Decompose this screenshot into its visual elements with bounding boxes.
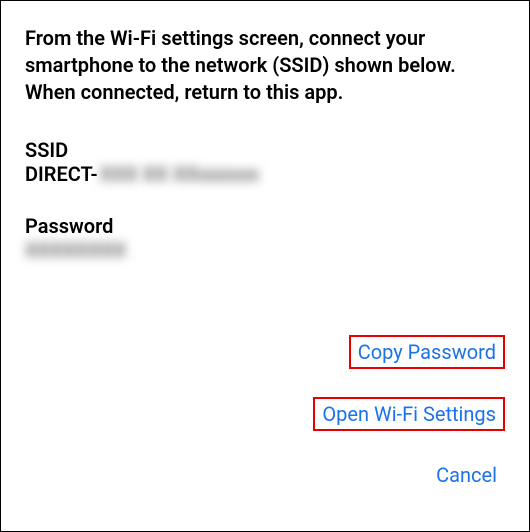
ssid-value-masked: XXX XX XXxxxxxx <box>100 162 259 186</box>
password-label: Password <box>25 214 505 238</box>
ssid-label: SSID <box>25 138 505 162</box>
ssid-prefix: DIRECT- <box>25 162 98 186</box>
actions-area: Copy Password Open Wi-Fi Settings Cancel <box>25 335 505 507</box>
cancel-button[interactable]: Cancel <box>428 459 505 491</box>
ssid-group: SSID DIRECT- XXX XX XXxxxxxx <box>25 138 505 186</box>
instruction-text: From the Wi-Fi settings screen, connect … <box>25 25 505 106</box>
password-group: Password XXXXXXXX <box>25 214 505 262</box>
password-value-masked: XXXXXXXX <box>25 238 505 262</box>
open-wifi-settings-button[interactable]: Open Wi-Fi Settings <box>313 397 505 431</box>
copy-password-button[interactable]: Copy Password <box>349 335 505 369</box>
